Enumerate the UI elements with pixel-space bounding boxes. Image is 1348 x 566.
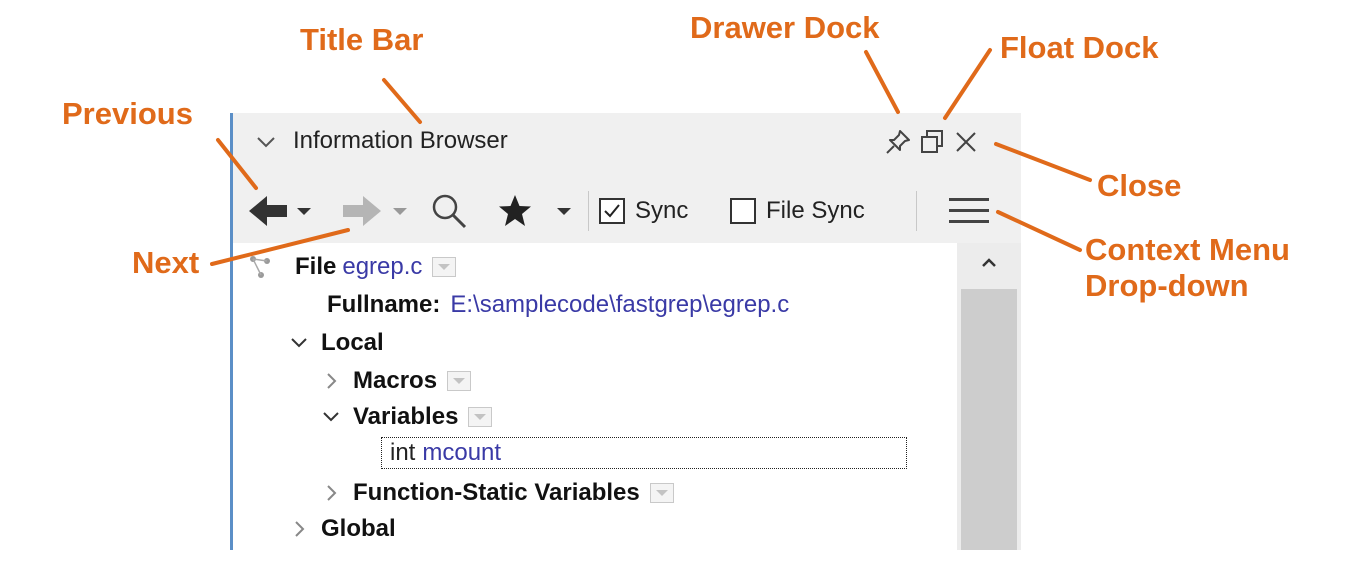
pin-icon[interactable] <box>883 127 913 157</box>
sync-checkbox[interactable]: Sync <box>599 191 688 231</box>
file-sync-checkbox[interactable]: File Sync <box>730 191 865 231</box>
annotation-previous: Previous <box>62 96 193 131</box>
variables-dropdown[interactable] <box>468 407 493 427</box>
checkmark-icon <box>604 204 620 218</box>
search-icon <box>432 194 467 229</box>
fullname-label: Fullname: <box>327 291 441 318</box>
context-menu-button[interactable] <box>947 191 991 231</box>
chevron-right-icon[interactable] <box>321 371 341 391</box>
scroll-thumb[interactable] <box>961 289 1017 550</box>
scroll-up-button[interactable] <box>957 243 1021 283</box>
annotation-context-menu: Context Menu Drop-down <box>1085 232 1290 303</box>
tree-item-global[interactable]: Global <box>289 511 396 547</box>
file-sync-label: File Sync <box>766 197 865 224</box>
variable-name[interactable]: mcount <box>422 439 501 467</box>
fullname-value[interactable]: E:\samplecode\fastgrep\egrep.c <box>450 291 789 319</box>
chevron-down-icon[interactable] <box>289 333 309 353</box>
file-label: File <box>295 253 337 280</box>
star-icon <box>499 195 531 226</box>
favorites-dropdown[interactable] <box>553 191 575 231</box>
title-bar: Information Browser <box>233 113 1021 171</box>
next-dropdown[interactable] <box>389 191 411 231</box>
variables-label: Variables <box>353 403 459 430</box>
toolbar-separator <box>916 191 917 231</box>
next-button[interactable] <box>339 191 383 231</box>
annotation-close: Close <box>1097 168 1182 203</box>
title-bar-icons <box>883 127 981 157</box>
caret-down-icon <box>393 208 407 215</box>
file-tree-icon <box>247 253 273 286</box>
chevron-down-icon[interactable] <box>255 131 277 153</box>
file-sync-checkbox-box[interactable] <box>730 198 756 224</box>
tree-item-file[interactable]: File egrep.c <box>295 249 457 285</box>
chevron-down-icon[interactable] <box>321 407 341 427</box>
close-icon[interactable] <box>951 127 981 157</box>
chevron-right-icon[interactable] <box>289 519 309 539</box>
toolbar-separator <box>588 191 589 231</box>
macros-label: Macros <box>353 367 438 394</box>
function-static-dropdown[interactable] <box>649 483 674 503</box>
chevron-up-icon <box>982 258 996 267</box>
info-tree: File egrep.c Fullname: E:\samplecode\fas… <box>233 243 1021 550</box>
forward-arrow-icon <box>343 196 381 226</box>
search-button[interactable] <box>429 191 469 231</box>
file-dropdown[interactable] <box>432 257 457 277</box>
annotation-context-menu-line2: Drop-down <box>1085 267 1249 303</box>
caret-down-icon <box>557 208 571 215</box>
macros-dropdown[interactable] <box>447 371 472 391</box>
annotation-drawer-dock: Drawer Dock <box>690 10 880 45</box>
tree-item-variables[interactable]: Variables <box>321 399 493 435</box>
hamburger-menu-icon <box>949 198 989 223</box>
float-icon[interactable] <box>917 127 947 157</box>
annotation-context-menu-line1: Context Menu <box>1085 232 1290 267</box>
toolbar: Sync File Sync <box>233 185 1021 237</box>
chevron-right-icon[interactable] <box>321 483 341 503</box>
annotation-title-bar: Title Bar <box>300 22 424 57</box>
variable-type: int <box>390 439 416 466</box>
previous-dropdown[interactable] <box>293 191 315 231</box>
annotation-next: Next <box>132 245 200 280</box>
function-static-label: Function-Static Variables <box>353 479 640 506</box>
caret-down-icon <box>297 208 311 215</box>
previous-button[interactable] <box>247 191 291 231</box>
tree-item-function-static-variables[interactable]: Function-Static Variables <box>321 475 674 511</box>
tree-item-variable-mcount[interactable]: int mcount <box>381 437 907 469</box>
information-browser-panel: Information Browser Sync File Sync File … <box>230 113 1021 550</box>
sync-checkbox-box[interactable] <box>599 198 625 224</box>
window-title: Information Browser <box>293 127 508 154</box>
global-label: Global <box>321 515 396 542</box>
vertical-scrollbar[interactable] <box>957 243 1021 550</box>
local-label: Local <box>321 329 384 356</box>
back-arrow-icon <box>249 196 287 226</box>
tree-item-macros[interactable]: Macros <box>321 363 472 399</box>
tree-item-local[interactable]: Local <box>289 325 384 361</box>
tree-item-fullname: Fullname: E:\samplecode\fastgrep\egrep.c <box>327 287 789 323</box>
favorites-button[interactable] <box>497 191 533 231</box>
file-name[interactable]: egrep.c <box>342 253 422 281</box>
annotation-float-dock: Float Dock <box>1000 30 1159 65</box>
sync-label: Sync <box>635 197 689 224</box>
